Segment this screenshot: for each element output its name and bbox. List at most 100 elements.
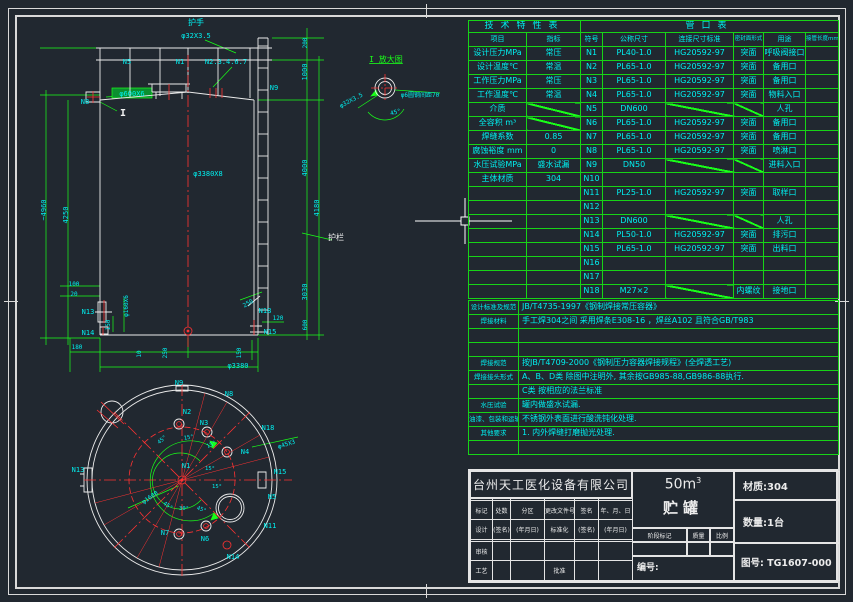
drawing-annotation: N18 — [262, 424, 275, 432]
titleblock-cell: 设计 — [471, 520, 493, 540]
drawing-annotation: I — [120, 108, 126, 119]
table-cell — [527, 285, 581, 299]
titleblock-cell: 批准 — [545, 561, 575, 581]
drawing-annotation: 4250 — [62, 207, 70, 224]
drawing-annotation: N2.3.4.6.7 — [205, 58, 247, 66]
drawing-annotation: φ6圆钢间距70 — [401, 91, 440, 99]
drawing-annotation: N15 — [274, 468, 287, 476]
table-cell — [527, 117, 581, 131]
drawing-annotation: 15° — [206, 440, 218, 450]
table-cell: 水压试验MPa — [469, 159, 527, 173]
table-cell — [666, 173, 734, 187]
table-cell — [806, 271, 839, 285]
table-cell: N2 — [581, 61, 603, 75]
requirement-label — [469, 385, 519, 399]
requirement-label: 设计标准及规范 — [469, 301, 519, 315]
table-cell: N8 — [581, 145, 603, 159]
drawing-annotation: N15 — [264, 328, 277, 336]
table-cell — [734, 257, 764, 271]
table-cell: N10 — [581, 173, 603, 187]
table-cell: 备用口 — [764, 75, 806, 89]
table-cell — [603, 201, 666, 215]
table-cell — [806, 257, 839, 271]
requirement-label — [469, 343, 519, 357]
column-header: 项目 — [469, 33, 527, 47]
requirement-text — [519, 441, 839, 455]
drawing-annotation: 120 — [273, 315, 284, 322]
table-cell — [806, 75, 839, 89]
stage-mark-value — [632, 542, 687, 556]
table-cell — [734, 271, 764, 285]
drawing-annotation: N8 — [81, 98, 89, 106]
table-cell: N5 — [581, 103, 603, 117]
table-cell: PL65-1.0 — [603, 243, 666, 257]
titleblock-cell: 审核 — [471, 541, 493, 561]
table-cell: N13 — [581, 215, 603, 229]
drawing-annotation: N14 — [227, 553, 240, 561]
drawing-number: 图号: TG1607-000 — [734, 543, 840, 581]
table-cell — [764, 271, 806, 285]
drawing-annotation: N13 — [72, 466, 85, 474]
titleblock-cell — [511, 561, 545, 581]
table-cell: HG20592-97 — [666, 61, 734, 75]
table-cell — [666, 257, 734, 271]
drawing-annotation: I 放大图 — [369, 54, 403, 64]
table-cell: N4 — [581, 89, 603, 103]
table-cell: 腐蚀裕度 mm — [469, 145, 527, 159]
cad-drawing-sheet[interactable]: 护手φ32X3.5N5N1N2.3.4.6.7N9N8φ600X6~496042… — [0, 0, 853, 602]
table-cell — [666, 103, 734, 117]
table-cell: PL65-1.0 — [603, 75, 666, 89]
table-cell: 工作压力MPa — [469, 75, 527, 89]
stage-mark-label: 阶段标记 — [632, 528, 687, 542]
titleblock-cell: 更改文件号 — [545, 500, 575, 520]
table-cell: 内螺纹 — [734, 285, 764, 299]
drawing-annotation: N8 — [225, 390, 233, 398]
drawing-annotation: 45° — [196, 506, 207, 515]
table-cell — [806, 145, 839, 159]
table-cell — [764, 173, 806, 187]
drawing-annotation: 45° — [389, 108, 401, 118]
table-cell — [806, 243, 839, 257]
column-header: 指标 — [527, 33, 581, 47]
table-cell: 进料入口 — [764, 159, 806, 173]
table-cell — [806, 201, 839, 215]
titleblock-cell: (签名) — [493, 520, 511, 540]
drawing-annotation: N2 — [183, 408, 191, 416]
drawing-annotation: 10 — [136, 350, 143, 358]
titleblock-cell — [511, 541, 545, 561]
table-cell — [469, 229, 527, 243]
table-cell — [469, 285, 527, 299]
requirement-label: 油漆、包装和运输 — [469, 413, 519, 427]
table-cell — [734, 201, 764, 215]
table-cell: N17 — [581, 271, 603, 285]
table-cell — [734, 215, 764, 229]
requirement-label — [469, 329, 519, 343]
table-cell: 全容积 m³ — [469, 117, 527, 131]
table-cell — [527, 187, 581, 201]
weight-value — [687, 542, 710, 556]
titleblock-cell: (年月日) — [511, 520, 545, 540]
titleblock-cell — [575, 541, 599, 561]
table-cell — [806, 159, 839, 173]
drawing-annotation: N7 — [161, 529, 169, 537]
table-cell — [806, 103, 839, 117]
table-cell: DN50 — [603, 159, 666, 173]
table-cell — [666, 215, 734, 229]
drawing-annotation: N1 — [182, 462, 190, 470]
table-cell — [527, 215, 581, 229]
drawing-annotation: φ3380 — [227, 362, 248, 370]
drawing-annotation: 20 — [70, 291, 78, 298]
drawing-annotation: N5 — [268, 493, 276, 501]
table-cell: 出料口 — [764, 243, 806, 257]
table-cell — [603, 271, 666, 285]
drawing-annotation: 250 — [242, 298, 255, 310]
table-cell: DN600 — [603, 215, 666, 229]
titleblock-cell — [599, 541, 633, 561]
table-cell: N1 — [581, 47, 603, 61]
requirements-table: 设计标准及规范JB/T4735-1997《钢制焊接常压容器》焊接材料手工焊304… — [468, 300, 839, 455]
table-cell — [806, 61, 839, 75]
table-cell: HG20592-97 — [666, 75, 734, 89]
table-cell: 突面 — [734, 47, 764, 61]
table-cell: PL65-1.0 — [603, 145, 666, 159]
table-cell — [666, 271, 734, 285]
